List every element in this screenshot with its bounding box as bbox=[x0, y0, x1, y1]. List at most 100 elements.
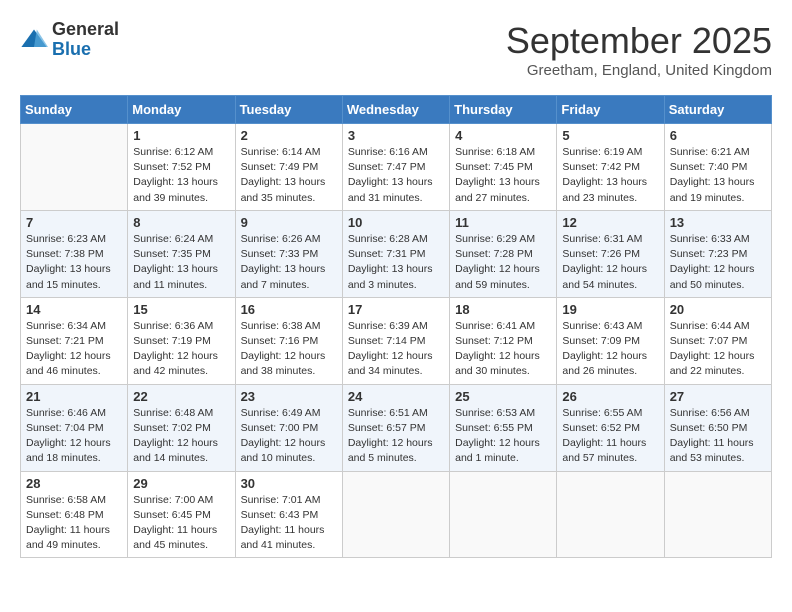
calendar-cell: 14 Sunrise: 6:34 AM Sunset: 7:21 PM Dayli… bbox=[21, 297, 128, 384]
title-block: September 2025 Greetham, England, United… bbox=[506, 20, 772, 79]
calendar-cell: 3 Sunrise: 6:16 AM Sunset: 7:47 PM Daylig… bbox=[342, 124, 449, 211]
cell-info: Sunrise: 6:34 AM Sunset: 7:21 PM Dayligh… bbox=[26, 319, 122, 380]
calendar-cell bbox=[557, 471, 664, 558]
cell-info: Sunrise: 7:00 AM Sunset: 6:45 PM Dayligh… bbox=[133, 493, 229, 554]
col-header-monday: Monday bbox=[128, 96, 235, 124]
cell-info: Sunrise: 6:26 AM Sunset: 7:33 PM Dayligh… bbox=[241, 232, 337, 293]
calendar-cell: 30Sunrise: 7:01 AM Sunset: 6:43 PM Dayli… bbox=[235, 471, 342, 558]
cell-info: Sunrise: 6:19 AM Sunset: 7:42 PM Dayligh… bbox=[562, 145, 658, 206]
week-row-2: 7Sunrise: 6:23 AM Sunset: 7:38 PM Daylig… bbox=[21, 210, 772, 297]
calendar-cell: 6 Sunrise: 6:21 AM Sunset: 7:40 PM Daylig… bbox=[664, 124, 771, 211]
cell-info: Sunrise: 6:46 AM Sunset: 7:04 PM Dayligh… bbox=[26, 406, 122, 467]
logo-text: General Blue bbox=[52, 20, 119, 60]
col-header-friday: Friday bbox=[557, 96, 664, 124]
calendar-cell: 8 Sunrise: 6:24 AM Sunset: 7:35 PM Daylig… bbox=[128, 210, 235, 297]
day-number: 22 bbox=[133, 389, 229, 404]
cell-info: Sunrise: 6:43 AM Sunset: 7:09 PM Dayligh… bbox=[562, 319, 658, 380]
day-number: 25 bbox=[455, 389, 551, 404]
cell-info: Sunrise: 6:14 AM Sunset: 7:49 PM Dayligh… bbox=[241, 145, 337, 206]
calendar-cell: 25 Sunrise: 6:53 AM Sunset: 6:55 PM Dayli… bbox=[450, 384, 557, 471]
page-header: General Blue September 2025 Greetham, En… bbox=[20, 20, 772, 79]
location-subtitle: Greetham, England, United Kingdom bbox=[506, 62, 772, 79]
col-header-tuesday: Tuesday bbox=[235, 96, 342, 124]
cell-info: Sunrise: 6:16 AM Sunset: 7:47 PM Dayligh… bbox=[348, 145, 444, 206]
day-number: 28 bbox=[26, 476, 122, 491]
day-number: 17 bbox=[348, 302, 444, 317]
calendar-cell: 26 Sunrise: 6:55 AM Sunset: 6:52 PM Dayli… bbox=[557, 384, 664, 471]
day-number: 8 bbox=[133, 215, 229, 230]
day-number: 2 bbox=[241, 128, 337, 143]
calendar-cell: 12 Sunrise: 6:31 AM Sunset: 7:26 PM Dayli… bbox=[557, 210, 664, 297]
week-row-4: 21Sunrise: 6:46 AM Sunset: 7:04 PM Dayli… bbox=[21, 384, 772, 471]
day-number: 16 bbox=[241, 302, 337, 317]
calendar-cell: 10Sunrise: 6:28 AM Sunset: 7:31 PM Dayli… bbox=[342, 210, 449, 297]
calendar-cell: 27 Sunrise: 6:56 AM Sunset: 6:50 PM Dayli… bbox=[664, 384, 771, 471]
logo: General Blue bbox=[20, 20, 119, 60]
day-number: 6 bbox=[670, 128, 766, 143]
calendar-cell: 1Sunrise: 6:12 AM Sunset: 7:52 PM Daylig… bbox=[128, 124, 235, 211]
cell-info: Sunrise: 7:01 AM Sunset: 6:43 PM Dayligh… bbox=[241, 493, 337, 554]
col-header-wednesday: Wednesday bbox=[342, 96, 449, 124]
day-number: 13 bbox=[670, 215, 766, 230]
cell-info: Sunrise: 6:51 AM Sunset: 6:57 PM Dayligh… bbox=[348, 406, 444, 467]
day-number: 15 bbox=[133, 302, 229, 317]
calendar-cell: 17Sunrise: 6:39 AM Sunset: 7:14 PM Dayli… bbox=[342, 297, 449, 384]
cell-info: Sunrise: 6:41 AM Sunset: 7:12 PM Dayligh… bbox=[455, 319, 551, 380]
calendar-cell bbox=[21, 124, 128, 211]
calendar-cell: 5 Sunrise: 6:19 AM Sunset: 7:42 PM Daylig… bbox=[557, 124, 664, 211]
day-number: 1 bbox=[133, 128, 229, 143]
calendar-cell: 18 Sunrise: 6:41 AM Sunset: 7:12 PM Dayli… bbox=[450, 297, 557, 384]
day-number: 14 bbox=[26, 302, 122, 317]
col-header-thursday: Thursday bbox=[450, 96, 557, 124]
calendar-cell: 13 Sunrise: 6:33 AM Sunset: 7:23 PM Dayli… bbox=[664, 210, 771, 297]
calendar-table: SundayMondayTuesdayWednesdayThursdayFrid… bbox=[20, 95, 772, 558]
day-number: 3 bbox=[348, 128, 444, 143]
day-number: 19 bbox=[562, 302, 658, 317]
header-row: SundayMondayTuesdayWednesdayThursdayFrid… bbox=[21, 96, 772, 124]
calendar-cell: 2 Sunrise: 6:14 AM Sunset: 7:49 PM Daylig… bbox=[235, 124, 342, 211]
day-number: 29 bbox=[133, 476, 229, 491]
calendar-cell: 15 Sunrise: 6:36 AM Sunset: 7:19 PM Dayli… bbox=[128, 297, 235, 384]
col-header-sunday: Sunday bbox=[21, 96, 128, 124]
day-number: 12 bbox=[562, 215, 658, 230]
cell-info: Sunrise: 6:53 AM Sunset: 6:55 PM Dayligh… bbox=[455, 406, 551, 467]
calendar-cell: 11 Sunrise: 6:29 AM Sunset: 7:28 PM Dayli… bbox=[450, 210, 557, 297]
day-number: 9 bbox=[241, 215, 337, 230]
day-number: 18 bbox=[455, 302, 551, 317]
day-number: 20 bbox=[670, 302, 766, 317]
month-title: September 2025 bbox=[506, 20, 772, 62]
week-row-3: 14 Sunrise: 6:34 AM Sunset: 7:21 PM Dayli… bbox=[21, 297, 772, 384]
week-row-1: 1Sunrise: 6:12 AM Sunset: 7:52 PM Daylig… bbox=[21, 124, 772, 211]
calendar-cell bbox=[342, 471, 449, 558]
calendar-cell bbox=[450, 471, 557, 558]
cell-info: Sunrise: 6:18 AM Sunset: 7:45 PM Dayligh… bbox=[455, 145, 551, 206]
calendar-cell: 22 Sunrise: 6:48 AM Sunset: 7:02 PM Dayli… bbox=[128, 384, 235, 471]
calendar-cell: 16 Sunrise: 6:38 AM Sunset: 7:16 PM Dayli… bbox=[235, 297, 342, 384]
cell-info: Sunrise: 6:29 AM Sunset: 7:28 PM Dayligh… bbox=[455, 232, 551, 293]
day-number: 27 bbox=[670, 389, 766, 404]
cell-info: Sunrise: 6:28 AM Sunset: 7:31 PM Dayligh… bbox=[348, 232, 444, 293]
calendar-cell: 9 Sunrise: 6:26 AM Sunset: 7:33 PM Daylig… bbox=[235, 210, 342, 297]
cell-info: Sunrise: 6:31 AM Sunset: 7:26 PM Dayligh… bbox=[562, 232, 658, 293]
day-number: 23 bbox=[241, 389, 337, 404]
cell-info: Sunrise: 6:56 AM Sunset: 6:50 PM Dayligh… bbox=[670, 406, 766, 467]
cell-info: Sunrise: 6:55 AM Sunset: 6:52 PM Dayligh… bbox=[562, 406, 658, 467]
cell-info: Sunrise: 6:36 AM Sunset: 7:19 PM Dayligh… bbox=[133, 319, 229, 380]
calendar-cell: 19 Sunrise: 6:43 AM Sunset: 7:09 PM Dayli… bbox=[557, 297, 664, 384]
day-number: 4 bbox=[455, 128, 551, 143]
cell-info: Sunrise: 6:33 AM Sunset: 7:23 PM Dayligh… bbox=[670, 232, 766, 293]
calendar-cell: 28 Sunrise: 6:58 AM Sunset: 6:48 PM Dayli… bbox=[21, 471, 128, 558]
calendar-cell bbox=[664, 471, 771, 558]
cell-info: Sunrise: 6:21 AM Sunset: 7:40 PM Dayligh… bbox=[670, 145, 766, 206]
day-number: 5 bbox=[562, 128, 658, 143]
cell-info: Sunrise: 6:48 AM Sunset: 7:02 PM Dayligh… bbox=[133, 406, 229, 467]
day-number: 11 bbox=[455, 215, 551, 230]
calendar-cell: 20 Sunrise: 6:44 AM Sunset: 7:07 PM Dayli… bbox=[664, 297, 771, 384]
cell-info: Sunrise: 6:38 AM Sunset: 7:16 PM Dayligh… bbox=[241, 319, 337, 380]
cell-info: Sunrise: 6:44 AM Sunset: 7:07 PM Dayligh… bbox=[670, 319, 766, 380]
day-number: 24 bbox=[348, 389, 444, 404]
cell-info: Sunrise: 6:24 AM Sunset: 7:35 PM Dayligh… bbox=[133, 232, 229, 293]
day-number: 26 bbox=[562, 389, 658, 404]
calendar-cell: 23Sunrise: 6:49 AM Sunset: 7:00 PM Dayli… bbox=[235, 384, 342, 471]
cell-info: Sunrise: 6:58 AM Sunset: 6:48 PM Dayligh… bbox=[26, 493, 122, 554]
